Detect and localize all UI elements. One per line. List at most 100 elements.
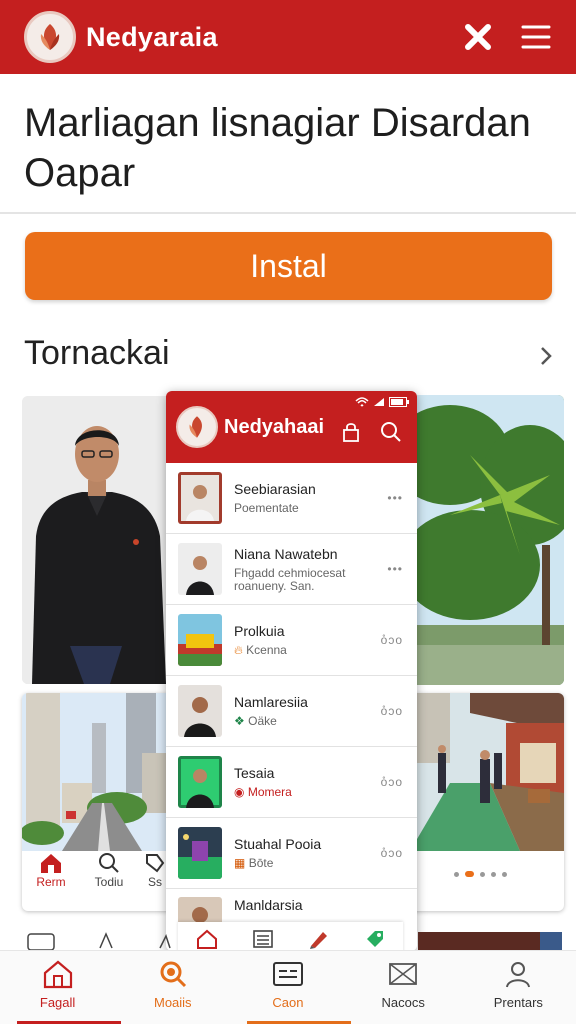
carousel-dot-active[interactable] bbox=[465, 871, 474, 877]
thumbnail bbox=[178, 685, 222, 737]
screenshot-street-card[interactable] bbox=[410, 693, 564, 911]
screenshot-city-card[interactable]: Rerm Todiu Ss bbox=[22, 693, 172, 911]
nav-tab-profile-label: Prentars bbox=[493, 995, 543, 1010]
phone-search-button[interactable] bbox=[378, 419, 404, 445]
carousel-dot[interactable] bbox=[502, 871, 507, 877]
carousel-dots[interactable] bbox=[454, 871, 507, 877]
preview-nav-search-label: Todiu bbox=[94, 875, 124, 889]
bottom-navigation: Fagall Moaiis Caon Nacocs Prentars bbox=[0, 950, 576, 1024]
close-x-icon bbox=[465, 24, 491, 50]
thumbnail bbox=[178, 472, 222, 524]
list-item[interactable]: Stuahal Pooia ▦ Bōte o̊ɔo bbox=[166, 818, 417, 889]
mail-icon bbox=[389, 963, 418, 985]
nav-tab-search-label: Moaiis bbox=[153, 995, 192, 1010]
nav-tab-profile[interactable]: Prentars bbox=[461, 951, 576, 1024]
nav-tab-mail[interactable]: Nacocs bbox=[346, 951, 461, 1024]
appbar-title: Nedyaraia bbox=[86, 21, 218, 52]
lock-icon bbox=[343, 423, 359, 442]
preview-nav-search[interactable]: Todiu bbox=[80, 851, 138, 889]
list-item-subtitle: Fhgadd cehmiocesat roanueny. San. bbox=[234, 565, 346, 593]
nav-tab-card[interactable]: Caon bbox=[230, 951, 352, 1024]
preview-bottom-nav: Rerm Todiu Ss bbox=[22, 851, 172, 889]
screenshots-section-title: Tornackai bbox=[24, 334, 170, 372]
hamburger-menu-icon bbox=[521, 25, 551, 49]
nav-tab-mail-label: Nacocs bbox=[381, 995, 425, 1010]
signal-icon bbox=[374, 398, 384, 406]
nav-tab-home[interactable]: Fagall bbox=[0, 951, 121, 1024]
list-item-subtitle-text: Kcenna bbox=[246, 643, 287, 657]
tag-icon bbox=[146, 854, 165, 873]
carousel-dot[interactable] bbox=[454, 871, 459, 877]
list-item-title: Stuahal Pooia bbox=[234, 836, 322, 852]
menu-button[interactable] bbox=[514, 15, 558, 59]
divider bbox=[0, 212, 576, 214]
nav-tab-search[interactable]: Moaiis bbox=[115, 951, 230, 1024]
phone-app-bar: Nedyahaai bbox=[166, 391, 417, 463]
thumbnail bbox=[178, 543, 222, 595]
search-icon bbox=[160, 961, 186, 988]
app-logo bbox=[24, 11, 76, 63]
screenshot-man-photo[interactable] bbox=[22, 396, 172, 684]
list-item-subtitle: Poementate bbox=[234, 501, 299, 515]
thumbnail bbox=[178, 756, 222, 808]
list-item-subtitle-text: Momera bbox=[247, 785, 292, 799]
flame-icon: 🔥︎ bbox=[234, 643, 243, 657]
top-app-bar: Nedyaraia bbox=[0, 0, 576, 74]
phone-app-title: Nedyahaai bbox=[224, 415, 325, 438]
search-icon bbox=[99, 853, 119, 873]
nav-tab-card-label: Caon bbox=[272, 995, 304, 1010]
preview-nav-tag-label: Ss bbox=[147, 875, 162, 889]
list-item-title: Namlaresiia bbox=[234, 694, 308, 710]
gift-icon: ▦ bbox=[234, 856, 246, 870]
background-peek-strip bbox=[0, 930, 576, 951]
status-bar bbox=[355, 397, 409, 407]
list-item-title: Niana Nawatebn bbox=[234, 545, 338, 562]
carousel-dot[interactable] bbox=[491, 871, 496, 877]
search-icon bbox=[381, 422, 401, 442]
list-item[interactable]: Tesaia ◉ Momera o̊ɔo bbox=[166, 747, 417, 818]
screenshot-phone-app[interactable]: Nedyahaai Seebiarasian Poementate ••• Nia… bbox=[166, 391, 417, 951]
list-item-subtitle-text: Oäke bbox=[248, 714, 277, 728]
home-icon bbox=[41, 854, 61, 873]
home-icon bbox=[43, 960, 72, 989]
list-item[interactable]: Niana Nawatebn Fhgadd cehmiocesat roanuen… bbox=[166, 534, 417, 605]
more-options-icon[interactable]: ••• bbox=[387, 491, 403, 505]
thumbnail bbox=[178, 827, 222, 879]
list-item[interactable]: Namlaresiia ❖ Oäke o̊ɔo bbox=[166, 676, 417, 747]
list-item-subtitle: 🔥︎ Kcenna bbox=[234, 644, 374, 657]
more-options-icon[interactable]: o̊ɔo bbox=[381, 704, 403, 718]
phone-app-logo bbox=[176, 406, 218, 448]
card-icon bbox=[272, 962, 303, 986]
close-button[interactable] bbox=[456, 15, 500, 59]
nav-tab-home-label: Fagall bbox=[39, 995, 76, 1010]
app-name-heading: Marliagan lisnagiar Disardan Oapar bbox=[24, 101, 531, 195]
more-options-icon[interactable]: o̊ɔo bbox=[381, 775, 403, 789]
list-item-subtitle: ❖ Oäke bbox=[234, 715, 374, 728]
grid-icon: ❖ bbox=[234, 714, 245, 728]
screenshot-tropical-tree[interactable] bbox=[410, 395, 564, 685]
list-item-subtitle: ▦ Bōte bbox=[234, 857, 374, 870]
phone-list: Seebiarasian Poementate ••• Niana Nawateb… bbox=[166, 463, 417, 951]
list-item-title: Seebiarasian bbox=[234, 481, 316, 497]
thumbnail bbox=[178, 614, 222, 666]
preview-nav-home-label: Rerm bbox=[36, 875, 66, 889]
list-item[interactable]: Prolkuia 🔥︎ Kcenna o̊ɔo bbox=[166, 605, 417, 676]
list-item-title: Prolkuia bbox=[234, 623, 285, 639]
list-item-title: Tesaia bbox=[234, 765, 275, 781]
install-button[interactable]: Instal bbox=[25, 232, 552, 300]
chevron-right-icon[interactable] bbox=[532, 340, 560, 372]
more-options-icon[interactable]: o̊ɔo bbox=[381, 633, 403, 647]
preview-nav-home[interactable]: Rerm bbox=[22, 851, 80, 889]
list-item-subtitle-text: Bōte bbox=[248, 856, 274, 870]
record-icon: ◉ bbox=[234, 785, 245, 799]
phone-lock-button[interactable] bbox=[338, 419, 364, 445]
battery-icon bbox=[389, 397, 409, 407]
more-options-icon[interactable]: ••• bbox=[387, 562, 403, 576]
person-icon bbox=[506, 962, 531, 988]
carousel-dot[interactable] bbox=[480, 871, 485, 877]
list-item[interactable]: Seebiarasian Poementate ••• bbox=[166, 463, 417, 534]
more-options-icon[interactable]: o̊ɔo bbox=[381, 846, 403, 860]
list-item-title: Manldarsia bbox=[234, 897, 303, 913]
wifi-icon bbox=[355, 397, 369, 407]
list-item-subtitle: ◉ Momera bbox=[234, 786, 374, 799]
